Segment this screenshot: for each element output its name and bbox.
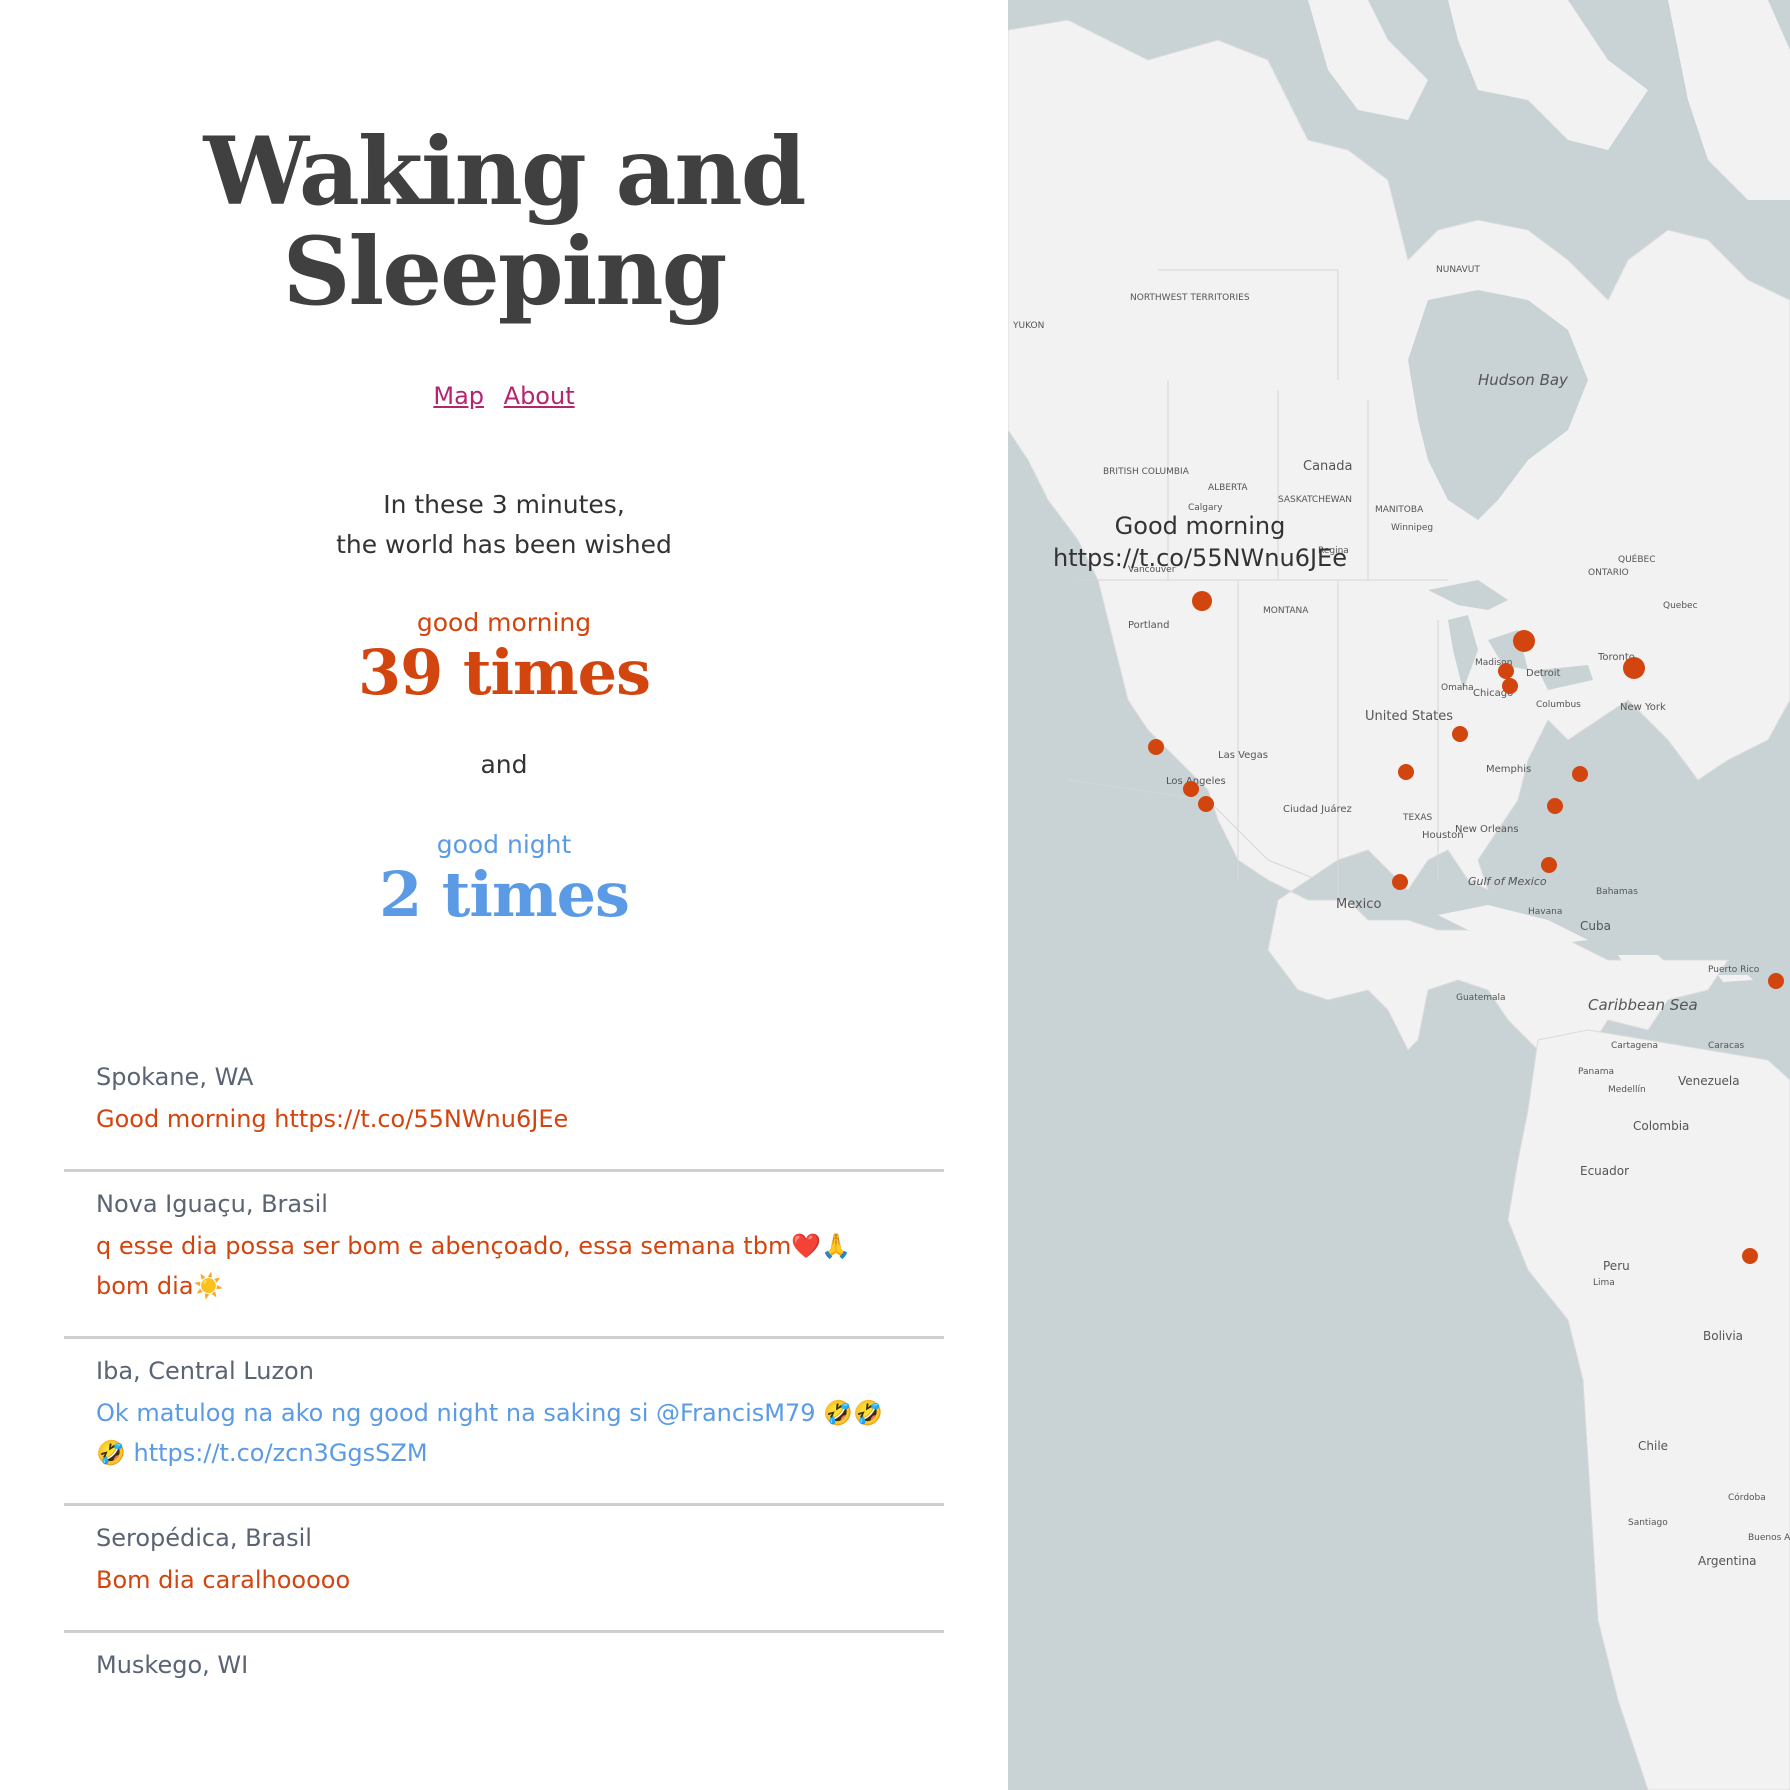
map-label-medellin: Medellín xyxy=(1608,1085,1646,1095)
map-label-panama: Panama xyxy=(1578,1067,1614,1077)
map-label-havana: Havana xyxy=(1528,907,1562,917)
map-marker[interactable] xyxy=(1192,591,1212,611)
map-label-quebec-prov: QUÉBEC xyxy=(1618,553,1656,565)
map-label-canada: Canada xyxy=(1303,459,1352,474)
map-label-caracas: Caracas xyxy=(1708,1041,1744,1051)
map-marker[interactable] xyxy=(1398,764,1414,780)
page-title: Waking and Sleeping xyxy=(0,122,1008,322)
map-canvas: Canada United States Mexico Hudson Bay G… xyxy=(1008,0,1790,1790)
map-label-hudson-bay: Hudson Bay xyxy=(1478,371,1569,389)
title-line-1: Waking and xyxy=(203,117,807,227)
feed-item-place: Muskego, WI xyxy=(96,1651,249,1679)
map-marker[interactable] xyxy=(1498,663,1514,679)
feed-item-place: Iba, Central Luzon xyxy=(96,1357,314,1385)
map-label-ecuador: Ecuador xyxy=(1580,1164,1629,1178)
map-label-memphis: Memphis xyxy=(1486,764,1531,775)
map-label-manitoba: MANITOBA xyxy=(1375,505,1424,515)
map-marker[interactable] xyxy=(1623,657,1645,679)
map-label-yukon: YUKON xyxy=(1012,321,1044,331)
world-map[interactable]: Canada United States Mexico Hudson Bay G… xyxy=(1008,0,1790,1790)
map-label-chile: Chile xyxy=(1638,1439,1668,1453)
good-morning-count: 39 times xyxy=(357,636,651,709)
map-marker[interactable] xyxy=(1547,798,1563,814)
intro-text: In these 3 minutes, the world has been w… xyxy=(0,485,1008,565)
map-label-new-orleans: New Orleans xyxy=(1455,824,1519,835)
map-label-caribbean: Caribbean Sea xyxy=(1588,996,1698,1014)
map-label-peru: Peru xyxy=(1603,1259,1630,1273)
map-label-venezuela: Venezuela xyxy=(1678,1074,1740,1088)
nav-link-about[interactable]: About xyxy=(504,382,575,410)
map-label-colombia: Colombia xyxy=(1633,1119,1689,1133)
good-morning-label: good morning xyxy=(416,608,592,637)
map-marker[interactable] xyxy=(1742,1248,1758,1264)
map-marker[interactable] xyxy=(1513,630,1535,652)
map-marker[interactable] xyxy=(1502,678,1518,694)
map-label-ciudad-juarez: Ciudad Juárez xyxy=(1283,803,1352,815)
map-label-gulf-mexico: Gulf of Mexico xyxy=(1468,875,1547,888)
map-label-nwt: NORTHWEST TERRITORIES xyxy=(1130,293,1250,303)
map-label-columbus: Columbus xyxy=(1536,700,1581,710)
map-label-lima: Lima xyxy=(1593,1278,1615,1288)
map-label-cuba: Cuba xyxy=(1580,919,1611,933)
map-marker[interactable] xyxy=(1392,874,1408,890)
map-label-portland: Portland xyxy=(1128,620,1169,631)
map-label-winnipeg: Winnipeg xyxy=(1391,523,1433,533)
feed-item[interactable]: Seropédica, Brasil Bom dia caralhooooo xyxy=(64,1506,944,1633)
map-label-texas: TEXAS xyxy=(1402,813,1433,823)
map-label-new-york: New York xyxy=(1620,702,1666,713)
map-marker[interactable] xyxy=(1148,739,1164,755)
map-marker[interactable] xyxy=(1572,766,1588,782)
map-label-argentina: Argentina xyxy=(1698,1554,1757,1568)
map-marker[interactable] xyxy=(1452,726,1468,742)
map-label-puerto-rico: Puerto Rico xyxy=(1708,965,1760,975)
map-label-united-states: United States xyxy=(1365,709,1453,724)
map-marker[interactable] xyxy=(1198,796,1214,812)
intro-line-2: the world has been wished xyxy=(336,530,672,559)
map-label-bolivia: Bolivia xyxy=(1703,1329,1743,1343)
map-marker[interactable] xyxy=(1768,973,1784,989)
map-marker[interactable] xyxy=(1541,857,1557,873)
feed-item-message: q esse dia possa ser bom e abençoado, es… xyxy=(96,1232,852,1300)
map-label-omaha: Omaha xyxy=(1441,683,1474,693)
map-label-nunavut: NUNAVUT xyxy=(1436,265,1480,275)
map-label-quebec: Quebec xyxy=(1663,601,1698,611)
feed-item-place: Nova Iguaçu, Brasil xyxy=(96,1190,328,1218)
map-label-detroit: Detroit xyxy=(1526,668,1561,679)
nav-links: Map About xyxy=(0,382,1008,410)
and-text: and xyxy=(480,750,528,779)
feed-item-place: Spokane, WA xyxy=(96,1063,254,1091)
map-label-buenos-aires: Buenos Aires xyxy=(1748,1533,1790,1543)
feed-item[interactable]: Muskego, WI xyxy=(64,1633,944,1717)
good-night-count: 2 times xyxy=(379,858,630,931)
map-label-guatemala: Guatemala xyxy=(1456,993,1506,1003)
tweet-feed: Spokane, WA Good morning https://t.co/55… xyxy=(64,1045,944,1717)
feed-item[interactable]: Iba, Central Luzon Ok matulog na ako ng … xyxy=(64,1339,944,1506)
nav-link-map[interactable]: Map xyxy=(433,382,484,410)
map-label-bc: BRITISH COLUMBIA xyxy=(1103,467,1190,477)
map-label-mexico: Mexico xyxy=(1336,897,1381,912)
map-label-santiago: Santiago xyxy=(1628,1518,1668,1528)
feed-item-place: Seropédica, Brasil xyxy=(96,1524,312,1552)
feed-item-message: Ok matulog na ako ng good night na sakin… xyxy=(96,1399,883,1467)
map-label-cartagena: Cartagena xyxy=(1611,1041,1658,1051)
map-label-montana: MONTANA xyxy=(1263,606,1309,616)
good-night-label: good night xyxy=(436,830,572,859)
sidebar-panel: Waking and Sleeping Map About In these 3… xyxy=(0,0,1008,1790)
map-tooltip: Good morning https://t.co/55NWnu6JEe xyxy=(1053,512,1347,572)
feed-item[interactable]: Nova Iguaçu, Brasil q esse dia possa ser… xyxy=(64,1172,944,1339)
arctic-islands xyxy=(1308,0,1790,200)
feed-item-message: Good morning https://t.co/55NWnu6JEe xyxy=(96,1105,569,1133)
map-label-bahamas: Bahamas xyxy=(1596,887,1638,897)
map-marker[interactable] xyxy=(1183,781,1199,797)
intro-line-1: In these 3 minutes, xyxy=(383,490,625,519)
map-label-cordoba: Córdoba xyxy=(1728,1492,1766,1503)
south-america-land xyxy=(1507,1029,1790,1790)
feed-item-message: Bom dia caralhooooo xyxy=(96,1566,351,1594)
map-label-saskatchewan: SASKATCHEWAN xyxy=(1278,495,1352,505)
feed-item[interactable]: Spokane, WA Good morning https://t.co/55… xyxy=(64,1045,944,1172)
title-line-2: Sleeping xyxy=(282,217,728,327)
map-label-ontario: ONTARIO xyxy=(1588,568,1629,578)
map-label-las-vegas: Las Vegas xyxy=(1218,750,1268,761)
map-label-alberta: ALBERTA xyxy=(1208,483,1248,493)
